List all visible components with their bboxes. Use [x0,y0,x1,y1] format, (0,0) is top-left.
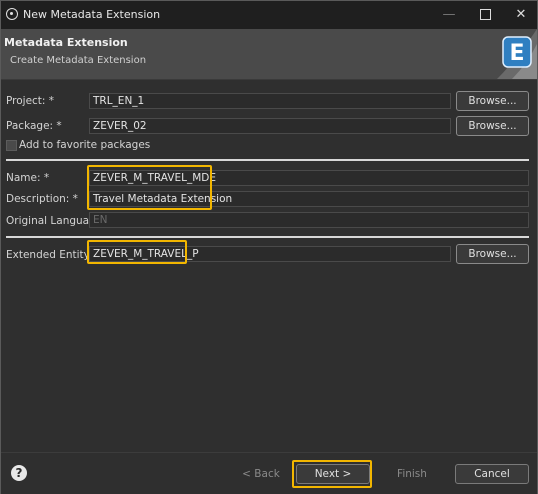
finish-button[interactable]: Finish [375,464,449,484]
wizard-title: Metadata Extension [4,36,128,49]
extended-entity-browse-button[interactable]: Browse... [456,244,529,264]
close-button[interactable]: ✕ [503,1,538,29]
maximize-button[interactable] [467,1,503,29]
help-icon[interactable]: ? [11,465,27,481]
svg-text:E: E [509,41,524,66]
metadata-extension-logo-icon: E [497,29,537,79]
wizard-footer: ? < Back Next > Finish Cancel [1,452,537,494]
wizard-header: Metadata Extension Create Metadata Exten… [1,29,537,80]
original-language-field: EN [89,212,529,228]
package-browse-button[interactable]: Browse... [456,116,529,136]
project-browse-button[interactable]: Browse... [456,91,529,111]
separator [6,236,529,238]
favorite-packages-label: Add to favorite packages [19,139,151,151]
dialog-window: New Metadata Extension — ✕ Metadata Exte… [0,0,538,494]
name-label: Name: * [6,172,50,184]
minimize-button[interactable]: — [431,1,467,29]
name-description-highlight [87,165,212,210]
cancel-button[interactable]: Cancel [455,464,529,484]
project-field[interactable]: TRL_EN_1 [89,93,451,109]
description-label: Description: * [6,193,78,205]
title-bar: New Metadata Extension — ✕ [1,1,537,29]
maximize-icon [479,9,491,20]
wizard-subtitle: Create Metadata Extension [10,55,147,66]
extended-entity-label: Extended Entity: [6,249,93,261]
next-button-highlight [292,460,372,488]
favorite-packages-checkbox[interactable] [6,140,17,151]
package-field[interactable]: ZEVER_02 [89,118,451,134]
separator [6,159,529,161]
package-label: Package: * [6,120,62,132]
window-title: New Metadata Extension [23,8,161,21]
back-button[interactable]: < Back [224,464,298,484]
project-label: Project: * [6,95,55,107]
extended-entity-highlight [87,240,187,264]
wizard-content: Project: * TRL_EN_1 Browse... Package: *… [1,80,537,452]
eclipse-app-icon [6,8,18,20]
